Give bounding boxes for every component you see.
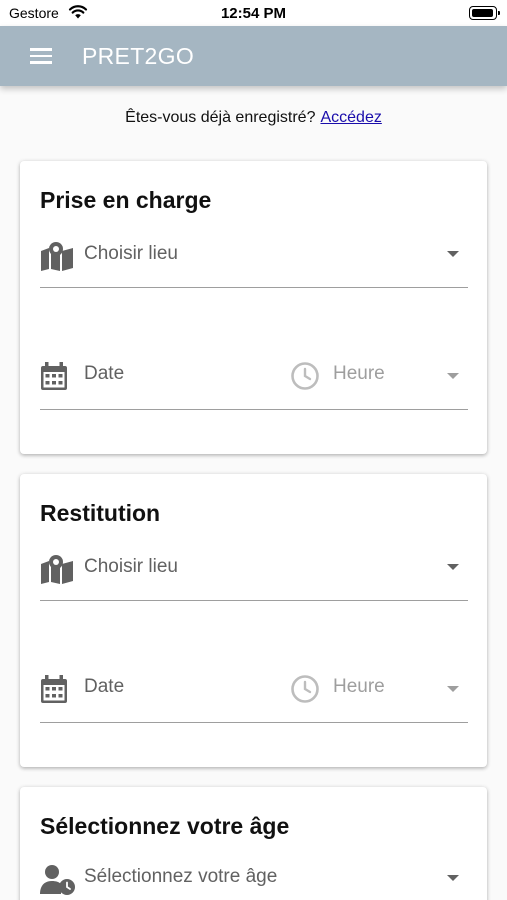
map-marker-icon: [41, 242, 73, 271]
age-title: Sélectionnez votre âge: [40, 813, 290, 839]
chevron-down-icon: [447, 686, 459, 692]
page: Gestore 12:54 PM PRET2GO Êtes-vous déjà …: [0, 0, 507, 900]
age-card: Sélectionnez votre âge Sélectionnez votr…: [20, 787, 487, 900]
age-select-placeholder: Sélectionnez votre âge: [84, 866, 278, 887]
hamburger-menu-icon[interactable]: [30, 48, 52, 64]
login-link[interactable]: Accédez: [320, 109, 381, 126]
app-title: PRET2GO: [82, 43, 195, 69]
login-prompt: Êtes-vous déjà enregistré? Accédez: [0, 109, 507, 127]
calendar-icon: [41, 675, 67, 703]
login-prompt-text: Êtes-vous déjà enregistré?: [125, 109, 316, 126]
pickup-date-field[interactable]: Date: [40, 361, 290, 410]
return-time-select[interactable]: Heure: [290, 674, 468, 723]
return-title: Restitution: [40, 500, 161, 526]
clock-icon: [291, 675, 319, 703]
return-location-placeholder: Choisir lieu: [84, 556, 178, 577]
return-card: Restitution Choisir lieu Date Heure: [20, 474, 487, 767]
calendar-icon: [41, 362, 67, 390]
pickup-title: Prise en charge: [40, 187, 212, 213]
status-time: 12:54 PM: [220, 5, 287, 22]
return-location-select[interactable]: Choisir lieu: [40, 554, 468, 601]
user-clock-icon: [40, 865, 75, 895]
return-date-field[interactable]: Date: [40, 674, 290, 723]
chevron-down-icon: [447, 564, 459, 570]
clock-icon: [291, 362, 319, 390]
age-select[interactable]: Sélectionnez votre âge: [40, 864, 468, 900]
status-bar: Gestore 12:54 PM: [0, 0, 507, 26]
pickup-card: Prise en charge Choisir lieu Date Heure: [20, 161, 487, 454]
return-date-placeholder: Date: [84, 676, 125, 697]
chevron-down-icon: [447, 373, 459, 379]
pickup-location-select[interactable]: Choisir lieu: [40, 241, 468, 288]
chevron-down-icon: [447, 251, 459, 257]
app-bar: PRET2GO: [0, 26, 507, 86]
map-marker-icon: [41, 555, 73, 584]
battery-icon: [469, 6, 500, 20]
chevron-down-icon: [447, 875, 459, 881]
pickup-date-placeholder: Date: [84, 363, 125, 384]
pickup-location-placeholder: Choisir lieu: [84, 243, 178, 264]
return-time-placeholder: Heure: [333, 676, 385, 697]
pickup-time-select[interactable]: Heure: [290, 361, 468, 410]
pickup-time-placeholder: Heure: [333, 363, 385, 384]
